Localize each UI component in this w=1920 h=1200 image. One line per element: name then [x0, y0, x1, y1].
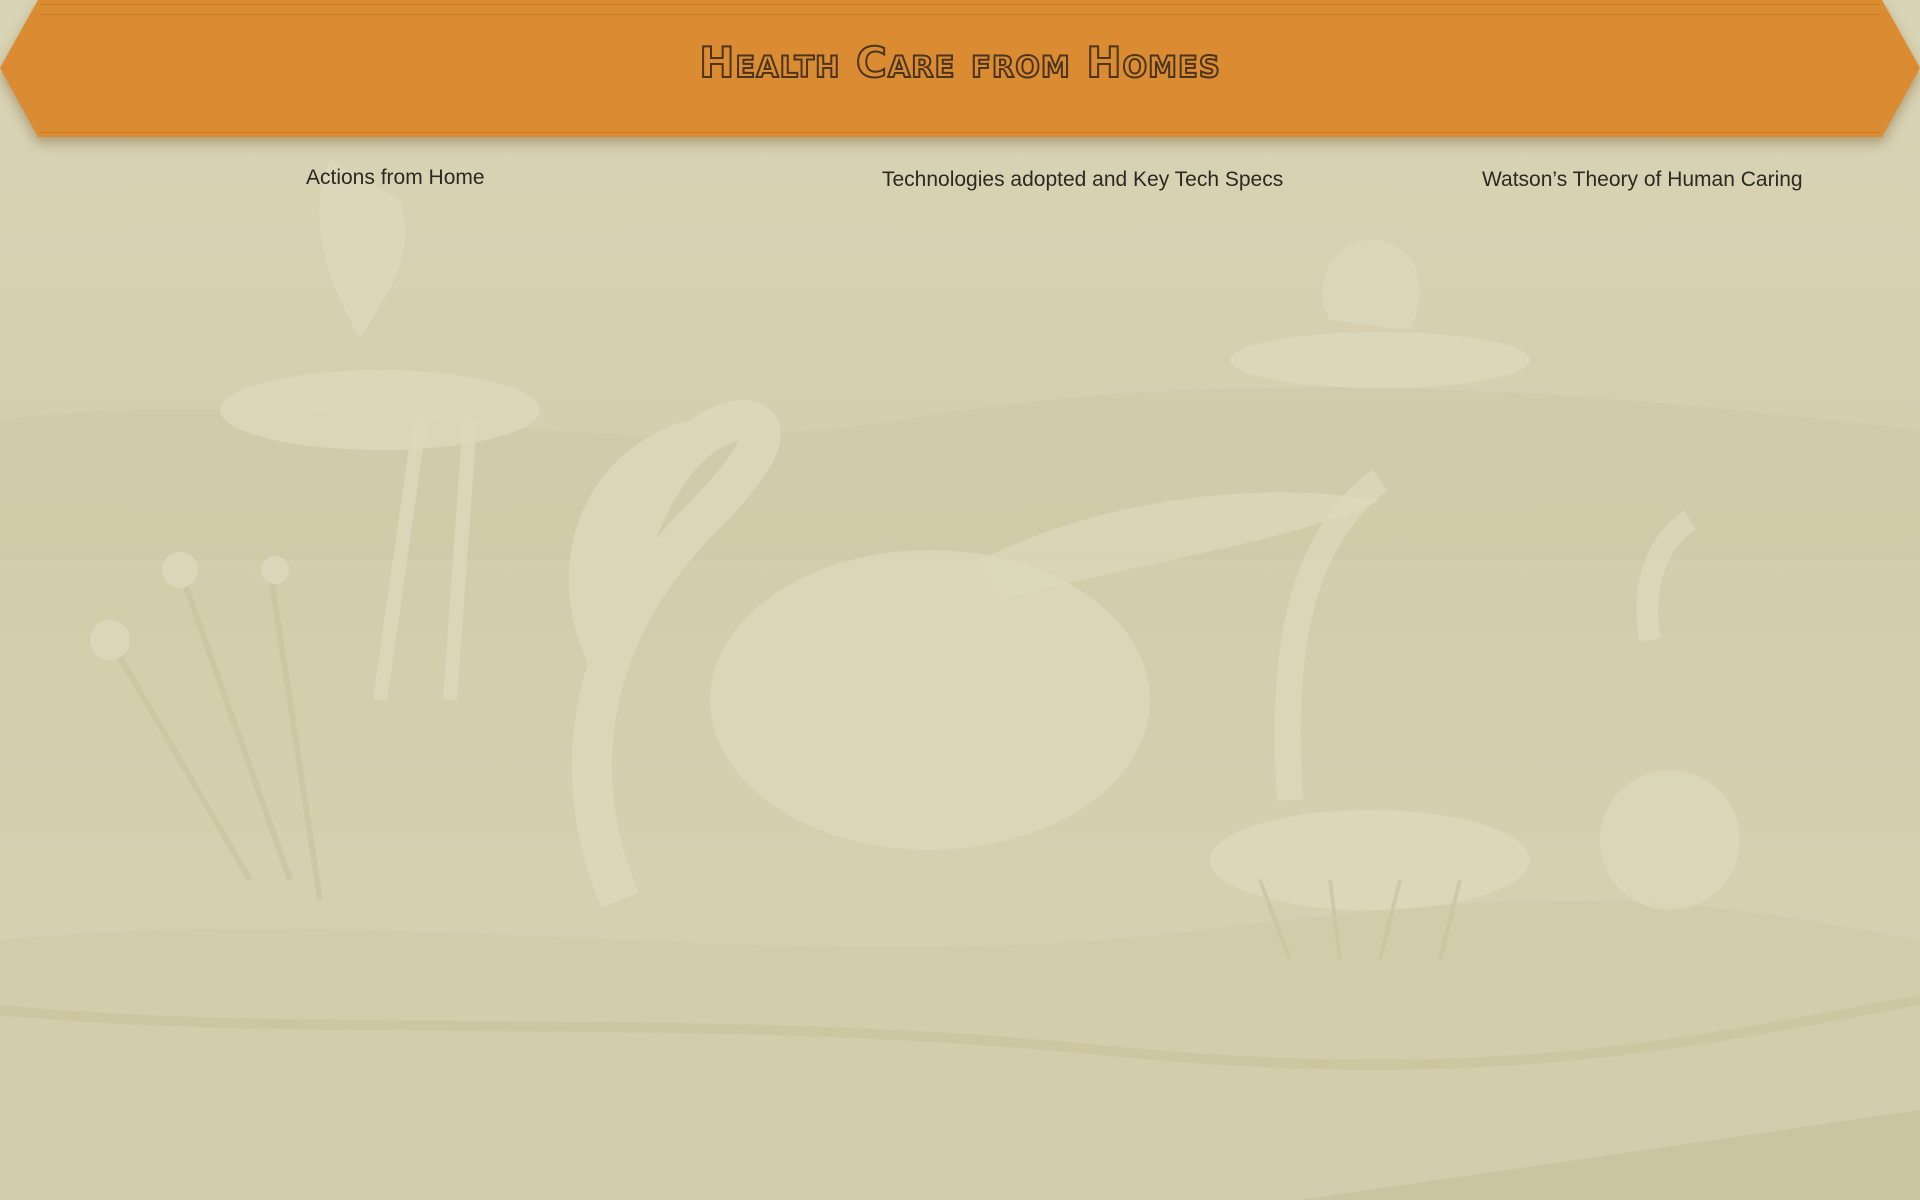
nav-link-technologies[interactable]: Technologies adopted and Key Tech Specs: [882, 168, 1283, 192]
nav-link-watsons-theory[interactable]: Watson’s Theory of Human Caring: [1482, 168, 1803, 192]
page-title: Health Care from Homes: [698, 37, 1221, 88]
banner-divider: [40, 14, 1880, 15]
nav-link-actions-from-home[interactable]: Actions from Home: [306, 166, 485, 190]
header-banner: Health Care from Homes: [0, 0, 1920, 137]
